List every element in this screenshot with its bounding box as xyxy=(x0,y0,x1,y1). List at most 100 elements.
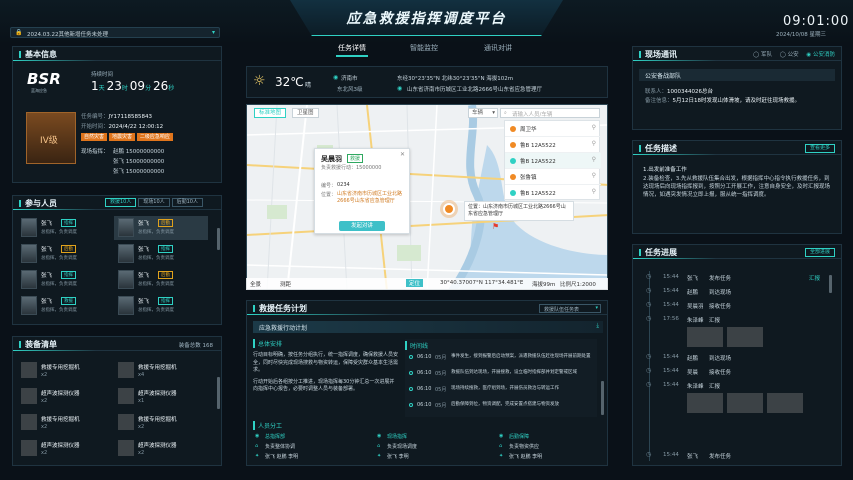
tab-comm[interactable]: 通讯对讲 xyxy=(478,43,518,53)
person-card[interactable]: 张飞 指挥 总指挥，负责调度 xyxy=(17,268,111,292)
avatar xyxy=(21,296,37,315)
filter-logistics[interactable]: 后勤10人 xyxy=(171,198,203,207)
content-value: 5月12日18时发现山体滑坡，请及时赶往现场救援。 xyxy=(672,98,801,104)
start-time-label: 开始时间： xyxy=(81,124,109,130)
person-card[interactable]: 张飞 指挥 总指挥，负责调度 xyxy=(114,294,208,318)
map-vehicle-select[interactable]: 车辆 ▾ xyxy=(468,108,498,118)
timeline-scrollbar[interactable] xyxy=(601,381,604,415)
filter-army-radio[interactable]: ◯ xyxy=(753,52,759,58)
task-desc-panel: 任务描述 查看更多 1.出发前准备工作 2.装备检查，3.先从救援队伍集合出发，… xyxy=(632,140,842,234)
filter-onsite[interactable]: 现场10人 xyxy=(138,198,170,207)
tab-smart-monitor[interactable]: 智能监控 xyxy=(404,43,444,53)
map-list-person-icon: ⚲ xyxy=(591,188,596,195)
map-search-input[interactable]: ⌕ 请输入人员/车辆 xyxy=(500,108,600,118)
person-name: 张飞 xyxy=(41,299,53,305)
progress-attachment[interactable] xyxy=(767,393,803,413)
progress-clock-icon: ◷ xyxy=(646,367,652,374)
avatar xyxy=(118,270,134,289)
person-desc: 总指挥，负责调度 xyxy=(138,256,174,261)
filter-police-radio[interactable]: ◯ xyxy=(780,52,786,58)
equipment-thumb xyxy=(21,388,37,404)
task-progress-all-button[interactable]: 全部进展 xyxy=(804,248,835,257)
task-desc-more-button[interactable]: 查看更多 xyxy=(804,144,835,153)
progress-scrollbar[interactable] xyxy=(829,275,832,293)
map-tab-satellite[interactable]: 卫星图 xyxy=(292,108,319,118)
person-card[interactable]: 张飞 指挥 总指挥，负责调度 xyxy=(17,216,111,240)
equipment-item[interactable]: 超声波探测仪器 x2 xyxy=(114,437,208,461)
personnel-scrollbar[interactable] xyxy=(217,228,220,250)
popup-close-icon[interactable]: ✕ xyxy=(400,151,405,158)
filter-fire-radio[interactable]: ◉ xyxy=(806,52,811,58)
equipment-total: 装备总数 168 xyxy=(178,343,213,349)
popup-loc: 山东省济南市历城区工业北路2666号山东省应急管理厅 xyxy=(337,191,403,204)
site-comm-caller: 联系人：1000344026总台 xyxy=(645,87,713,95)
start-time-value: 2024/4/22 12:00:12 xyxy=(108,124,164,130)
role-icon: ✦ xyxy=(499,453,504,459)
equipment-count: x2 xyxy=(41,424,48,430)
map-list-item[interactable]: 张鲁镇 ⚲ xyxy=(505,169,601,185)
progress-attachment[interactable] xyxy=(727,393,763,413)
task-id-value: JY17118585843 xyxy=(108,114,152,120)
tab-smart-monitor-label: 智能监控 xyxy=(410,44,438,52)
equipment-count: x1 xyxy=(138,398,145,404)
progress-attachment[interactable] xyxy=(687,327,723,347)
person-desc: 总指挥，负责调度 xyxy=(41,230,77,235)
map-list-person-icon: ⚲ xyxy=(591,140,596,147)
person-role-tag: 指挥 xyxy=(158,245,173,253)
task-desc-text-title: 1.出发前准备工作 xyxy=(643,167,687,173)
task-id-row: 任务编号：JY17118585843 xyxy=(81,112,152,120)
map-tab-standard[interactable]: 标准地图 xyxy=(254,108,287,118)
person-card[interactable]: 张飞 救援 总指挥，负责调度 xyxy=(17,294,111,318)
filter-rescue[interactable]: 救援10人 xyxy=(105,198,137,207)
equipment-item[interactable]: 救援专用挖掘机 x4 xyxy=(114,359,208,383)
plan-download-icon[interactable]: ⤓ xyxy=(596,322,599,330)
equipment-item[interactable]: 救援专用挖掘机 x2 xyxy=(114,411,208,435)
progress-attachment[interactable] xyxy=(687,393,723,413)
map-list-name: 鲁B 12A5522 xyxy=(520,143,556,149)
title-divider xyxy=(633,60,841,61)
person-card[interactable]: 张飞 指挥 总指挥，负责调度 xyxy=(114,242,208,266)
equipment-item[interactable]: 超声波探测仪器 x2 xyxy=(17,437,111,461)
timeline-time: 06:10 xyxy=(417,370,432,376)
popup-code: 0234 xyxy=(337,182,350,188)
notice-bar[interactable]: 🔒 2024.03.22其他新增任务未处理 ▾ xyxy=(10,27,220,38)
plan-subtitle: 应急救援行动计划 xyxy=(259,325,308,332)
equipment-item[interactable]: 超声波探测仪器 x1 xyxy=(114,385,208,409)
timeline-dot-icon xyxy=(409,403,413,407)
basic-info-panel: 基本信息 BSR 蓝海应急 持续时间 1天 23时 09分 26秒 IV级 任务… xyxy=(12,46,222,183)
progress-attachment[interactable] xyxy=(727,327,763,347)
popup-talk-button[interactable]: 发起对讲 xyxy=(339,221,385,231)
equipment-item[interactable]: 超声波探测仪器 x2 xyxy=(17,385,111,409)
map-marker[interactable] xyxy=(443,203,455,215)
map-list-item[interactable]: 鲁B 12A5522 ⚲ xyxy=(505,137,601,153)
map-list-item[interactable]: 鲁B 12A5522 ⚲ xyxy=(505,153,601,169)
equipment-item[interactable]: 救援专用挖掘机 x2 xyxy=(17,411,111,435)
person-card[interactable]: 张飞 后勤 总指挥，负责调度 xyxy=(114,216,208,240)
map-list-item[interactable]: 周卫华 ⚲ xyxy=(505,121,601,137)
popup-talk-label: 发起对讲 xyxy=(350,223,373,229)
plan-timeline-item: 06:10 05月 救援队伍到达现场，开展搜救，设立临时指挥部并划定警戒区域 xyxy=(405,369,593,385)
equipment-thumb xyxy=(21,362,37,378)
person-role-tag: 指挥 xyxy=(158,297,173,305)
map-location-label: 位置：山东济南市历城区工业北路2666号山东省应急管理厅 xyxy=(464,201,574,221)
map-tool-locate[interactable]: 定位 xyxy=(406,279,424,287)
progress-action: 汇报 xyxy=(709,318,721,324)
timeline-text: 现场持续搜救，医疗组到场，开展伤员救治与转运工作 xyxy=(451,386,559,391)
brand-logo: BSR xyxy=(27,70,61,88)
plan-select[interactable]: 救援队伍任务表 ▾ xyxy=(539,304,601,313)
equipment-scrollbar[interactable] xyxy=(217,377,220,409)
equipment-grid: 救援专用挖掘机 x2 救援专用挖掘机 x4 超声波探测仪器 x2 超声波探测仪器 x1 救援专用… xyxy=(17,359,211,463)
map-tool-measure[interactable]: 测距 xyxy=(280,280,291,288)
personnel-grid: 张飞 指挥 总指挥，负责调度 张飞 后勤 总指挥，负责调度 张飞 后勤 总指挥，负责调度 张飞 指挥… xyxy=(17,216,211,322)
role-text: 张飞 李明 xyxy=(387,454,409,460)
sec-roles: 人员分工 ◉ 总指挥部 ◉ 现场指挥 ◉ 后勤保障 ⌂ 负责整体协调 ⌂ 负责现场调度 ⌂ 负责物资供… xyxy=(253,421,603,466)
equipment-item[interactable]: 救援专用挖掘机 x2 xyxy=(17,359,111,383)
tab-task-detail[interactable]: 任务详情 xyxy=(332,43,372,53)
person-card[interactable]: 张飞 后勤 总指挥，负责调度 xyxy=(114,268,208,292)
person-card[interactable]: 张飞 后勤 总指挥，负责调度 xyxy=(17,242,111,266)
map-tool-all[interactable]: 全景 xyxy=(250,280,261,288)
avatar xyxy=(118,218,134,237)
role-text: 张飞 赵鹏 李明 xyxy=(509,454,543,460)
map-zoom: 比例尺1:2000 xyxy=(560,282,596,288)
map-list-item[interactable]: 鲁B 12A5522 ⚲ xyxy=(505,185,601,201)
